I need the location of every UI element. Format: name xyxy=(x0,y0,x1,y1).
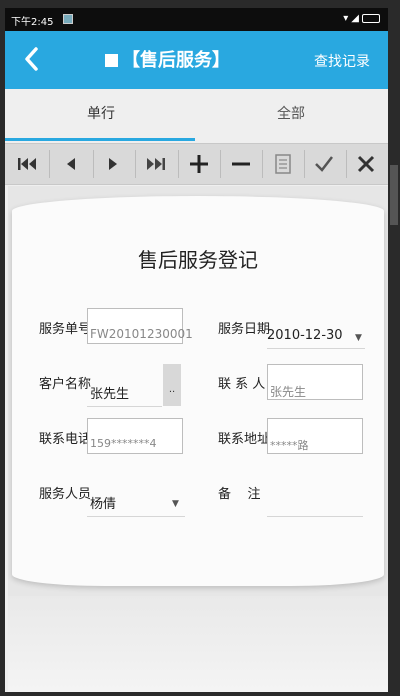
last-record-button[interactable] xyxy=(136,144,176,184)
service-no-field[interactable]: FW20101230001 xyxy=(87,308,193,344)
status-bar: 下午2:45 ▾◢ xyxy=(5,8,388,31)
page-title-text: 【售后服务】 xyxy=(122,50,230,71)
save-icon xyxy=(275,154,291,174)
last-icon xyxy=(147,158,165,170)
contact-field[interactable]: 张先生 xyxy=(267,364,363,400)
address-field[interactable]: *****路 xyxy=(267,418,363,454)
first-record-button[interactable] xyxy=(7,144,47,184)
phone-screen: 下午2:45 ▾◢ 【售后服务】 查找记录 单行 全部 售后服务登记 服务单号 … xyxy=(5,8,388,692)
back-arrow-icon xyxy=(25,47,38,71)
customer-field[interactable]: 张先生 xyxy=(90,383,129,402)
title-bar: 【售后服务】 查找记录 xyxy=(5,31,388,89)
back-button[interactable] xyxy=(17,44,47,74)
notification-icon xyxy=(63,14,73,24)
frame-strip xyxy=(390,165,398,225)
chevron-down-icon: ▼ xyxy=(355,333,362,343)
form-card: 售后服务登记 服务单号 FW20101230001 服务日期 2010-12-3… xyxy=(12,196,384,586)
address-label: 联系地址 xyxy=(218,432,271,447)
remove-icon xyxy=(232,162,250,166)
service-no-label: 服务单号 xyxy=(39,322,92,337)
customer-label: 客户名称 xyxy=(39,377,92,392)
service-date-underline xyxy=(267,348,365,349)
tab-single[interactable]: 单行 xyxy=(51,103,151,123)
cancel-button[interactable] xyxy=(346,144,386,184)
empty-area xyxy=(8,596,388,692)
cancel-icon xyxy=(357,155,375,173)
phone-field[interactable]: 159*******4 xyxy=(87,418,183,454)
staff-select[interactable]: 杨倩 xyxy=(90,493,116,512)
status-time: 下午2:45 xyxy=(11,17,54,28)
toolbar-separator xyxy=(49,150,50,178)
signal-icon: ◢ xyxy=(351,13,362,24)
tab-all[interactable]: 全部 xyxy=(241,103,341,123)
remark-field[interactable] xyxy=(267,516,363,517)
chevron-down-icon: ▼ xyxy=(172,499,179,509)
add-icon xyxy=(190,155,208,173)
next-icon xyxy=(109,158,117,170)
confirm-button[interactable] xyxy=(304,144,344,184)
confirm-icon xyxy=(315,156,333,172)
service-date-select[interactable]: 2010-12-30 xyxy=(267,328,343,343)
prev-icon xyxy=(67,158,75,170)
staff-label: 服务人员 xyxy=(39,487,92,502)
delete-record-button[interactable] xyxy=(221,144,261,184)
add-record-button[interactable] xyxy=(179,144,219,184)
contact-label: 联 系 人 xyxy=(218,377,266,392)
service-date-label: 服务日期 xyxy=(218,322,271,337)
prev-record-button[interactable] xyxy=(51,144,91,184)
customer-lookup-button[interactable]: .. xyxy=(163,364,181,406)
search-records-button[interactable]: 查找记录 xyxy=(314,51,370,71)
save-record-button[interactable] xyxy=(263,144,303,184)
page-title: 【售后服务】 xyxy=(105,46,230,72)
active-tab-indicator xyxy=(5,138,195,141)
record-toolbar xyxy=(5,143,388,185)
customer-underline xyxy=(87,406,162,407)
status-icons: ▾◢ xyxy=(343,13,380,24)
first-icon xyxy=(18,158,36,170)
phone-label: 联系电话 xyxy=(39,432,92,447)
battery-icon xyxy=(362,13,380,23)
content-area: 售后服务登记 服务单号 FW20101230001 服务日期 2010-12-3… xyxy=(8,186,388,692)
form-title: 售后服务登记 xyxy=(138,248,258,272)
staff-underline xyxy=(87,516,185,517)
remark-label: 备 注 xyxy=(218,487,261,502)
right-frame xyxy=(388,0,400,696)
title-square-icon xyxy=(105,54,118,67)
tab-bar: 单行 全部 xyxy=(5,89,388,143)
next-record-button[interactable] xyxy=(93,144,133,184)
